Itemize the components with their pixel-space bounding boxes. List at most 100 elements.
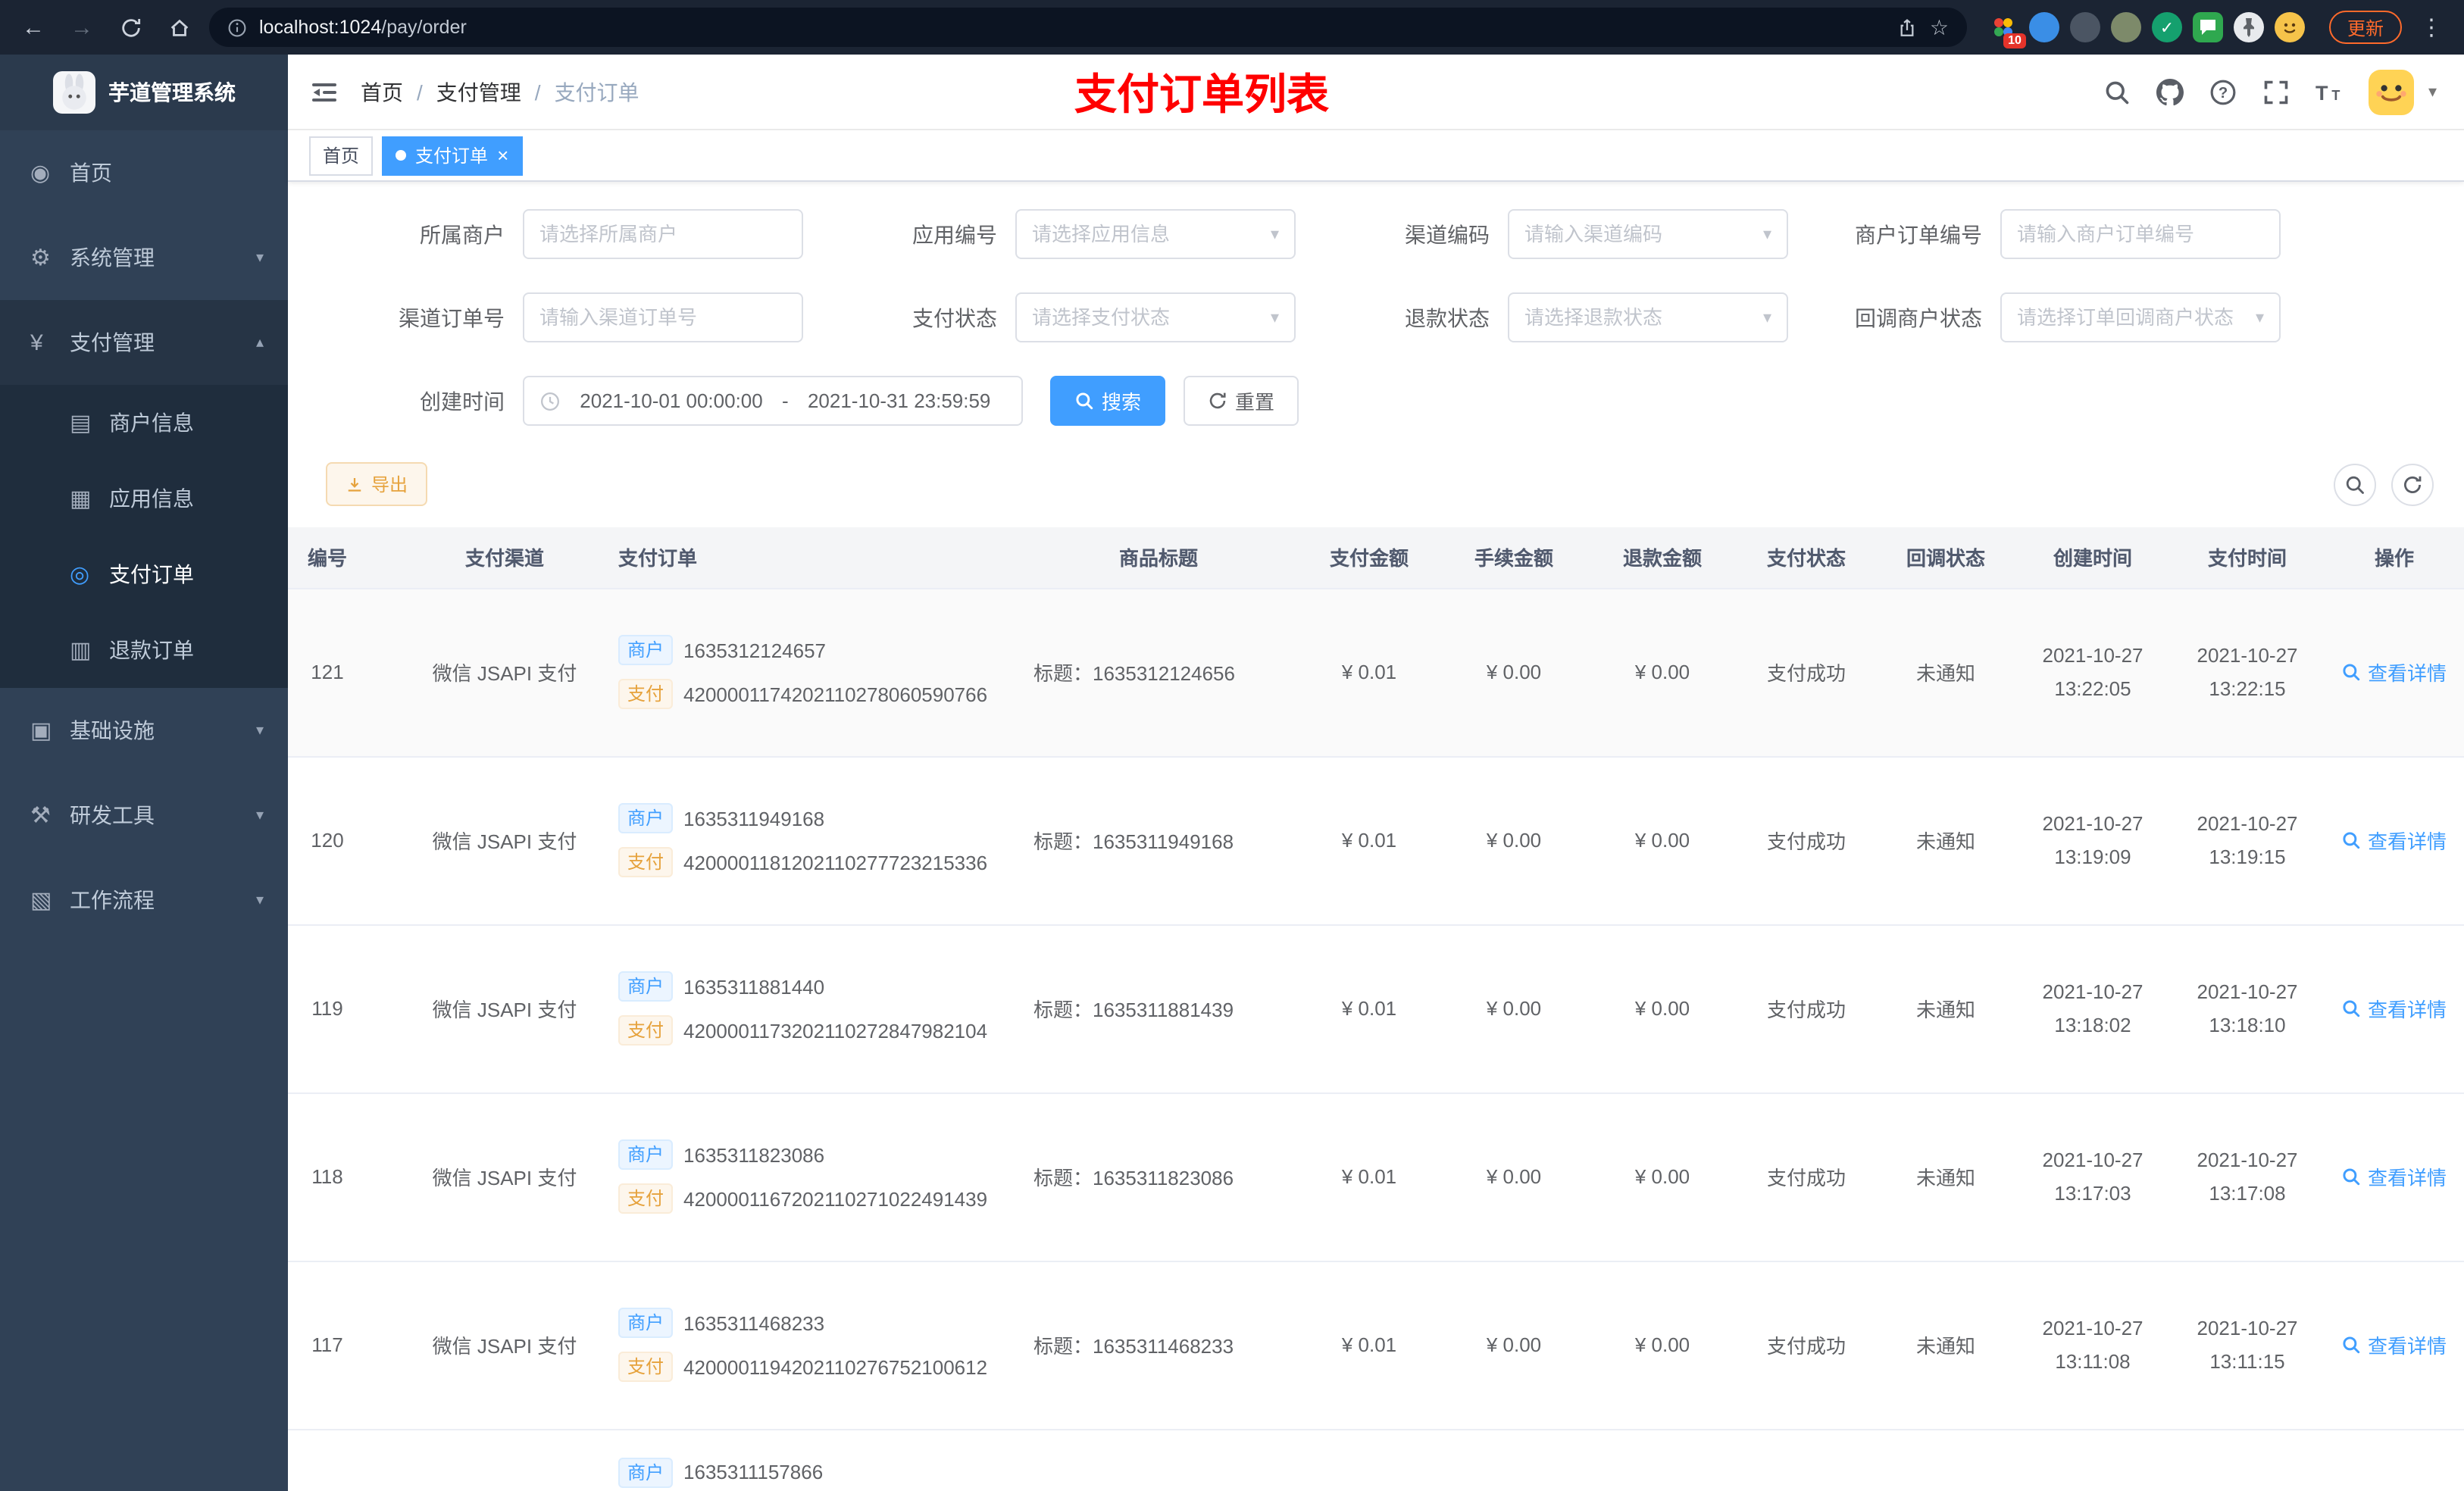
notify-status-select[interactable]: ▾ xyxy=(2000,292,2281,342)
profile-face-icon[interactable] xyxy=(2274,12,2305,42)
bookmark-star-icon[interactable]: ☆ xyxy=(1930,14,1949,40)
channel-code-select[interactable]: ▾ xyxy=(1508,209,1788,259)
sidebar-item-system[interactable]: ⚙ 系统管理 ▾ xyxy=(0,215,288,300)
svg-text:T: T xyxy=(2332,87,2340,102)
share-icon[interactable] xyxy=(1898,17,1918,37)
export-button[interactable]: 导出 xyxy=(326,462,428,506)
avatar-caret-icon[interactable]: ▾ xyxy=(2428,82,2437,102)
forward-button[interactable]: → xyxy=(64,9,100,45)
create-time: 2021-10-27 13:18:02 xyxy=(2015,924,2170,1093)
refresh-table-button[interactable] xyxy=(2391,463,2434,505)
sidebar-item-dev-tools[interactable]: ⚒ 研发工具 ▾ xyxy=(0,773,288,858)
col-create-time: 创建时间 xyxy=(2015,527,2170,589)
user-avatar[interactable] xyxy=(2369,69,2415,114)
create-time-range-picker[interactable]: - xyxy=(523,376,1023,426)
pay-channel: 微信 JSAPI 支付 xyxy=(406,1261,603,1430)
search-icon[interactable] xyxy=(2104,78,2131,105)
start-date-input[interactable] xyxy=(570,389,773,412)
browser-update-button[interactable]: 更新 xyxy=(2328,11,2402,44)
search-button[interactable]: 搜索 xyxy=(1050,376,1166,426)
sidebar-item-merchant-info[interactable]: ▤ 商户信息 xyxy=(0,385,288,461)
pay-order-cell: 商户 1635311823086 支付 4200001167202110271022… xyxy=(603,1092,1018,1261)
field-label: 渠道订单号 xyxy=(399,305,505,330)
breadcrumb-home[interactable]: 首页 xyxy=(361,77,403,107)
order-id: 117 xyxy=(288,1261,406,1430)
pay-tag: 支付 xyxy=(618,1352,674,1382)
merchant-tag: 商户 xyxy=(618,1308,674,1338)
view-detail-link[interactable]: 查看详情 xyxy=(2342,1162,2447,1191)
pay-status-select[interactable]: ▾ xyxy=(1015,292,1296,342)
table-row: 120 微信 JSAPI 支付 商户 1635311949168 支付 420000… xyxy=(288,756,2464,925)
notify-status-input[interactable] xyxy=(2017,306,2250,329)
address-bar[interactable]: localhost:1024/pay/order ☆ xyxy=(209,8,1967,47)
app-select[interactable]: ▾ xyxy=(1015,209,1296,259)
fullscreen-icon[interactable] xyxy=(2263,78,2290,105)
end-date-input[interactable] xyxy=(797,389,1001,412)
home-button[interactable] xyxy=(161,9,197,45)
merchant-order-no-field[interactable] xyxy=(2000,209,2281,259)
workflow-icon: ▧ xyxy=(30,888,52,914)
help-icon[interactable]: ? xyxy=(2210,78,2237,105)
search-icon xyxy=(2344,1168,2361,1186)
extension-gray-icon[interactable] xyxy=(2069,12,2100,42)
extension-chat-icon[interactable] xyxy=(2192,12,2223,42)
browser-menu-icon[interactable]: ⋮ xyxy=(2414,14,2449,41)
view-detail-link[interactable]: 查看详情 xyxy=(2342,826,2447,855)
channel-order-no-input[interactable] xyxy=(539,306,786,329)
sidebar-item-infra[interactable]: ▣ 基础设施 ▾ xyxy=(0,688,288,773)
col-title: 商品标题 xyxy=(1018,527,1299,589)
extensions-icon[interactable]: 10 xyxy=(1988,12,2026,48)
sidebar-item-pay-order[interactable]: ◎ 支付订单 xyxy=(0,536,288,612)
table-toolbar: 导出 xyxy=(288,462,2464,527)
sidebar-item-payment[interactable]: ¥ 支付管理 ▴ xyxy=(0,300,288,385)
view-detail-link[interactable]: 查看详情 xyxy=(2342,1330,2447,1359)
extension-check-icon[interactable]: ✓ xyxy=(2151,12,2182,42)
channel-order-no: 4200001194202110276752100612 xyxy=(683,1355,988,1378)
github-icon[interactable] xyxy=(2156,78,2184,105)
sidebar-item-app-info[interactable]: ▦ 应用信息 xyxy=(0,461,288,536)
merchant-select[interactable] xyxy=(523,209,803,259)
tab-home[interactable]: 首页 xyxy=(309,136,374,175)
sidebar-item-home[interactable]: ◉ 首页 xyxy=(0,130,288,215)
extension-drop-icon[interactable] xyxy=(2028,12,2059,42)
sidebar-fold-icon[interactable] xyxy=(309,77,339,107)
sidebar-item-workflow[interactable]: ▧ 工作流程 ▾ xyxy=(0,858,288,942)
channel-order-no: 4200001181202110277723215336 xyxy=(683,851,988,874)
pay-time: 2021-10-27 13:18:10 xyxy=(2170,924,2325,1093)
chevron-down-icon: ▾ xyxy=(255,807,264,824)
field-label: 商户订单编号 xyxy=(1855,222,1982,246)
refund-status-input[interactable] xyxy=(1524,306,1757,329)
sidebar: 芋道管理系统 ◉ 首页 ⚙ 系统管理 ▾ ¥ 支付管理 ▴ ▤ 商户信息 ▦ 应… xyxy=(0,55,288,1491)
toggle-search-button[interactable] xyxy=(2334,463,2376,505)
sidebar-item-label: 应用信息 xyxy=(109,486,194,511)
channel-code-input[interactable] xyxy=(1524,223,1757,245)
svg-text:T: T xyxy=(2316,81,2329,104)
app-select-input[interactable] xyxy=(1032,223,1265,245)
font-size-icon[interactable]: TT xyxy=(2316,78,2344,105)
order-id: 118 xyxy=(288,1092,406,1261)
tags-view: 首页 支付订单 × xyxy=(288,130,2464,182)
chevron-down-icon: ▾ xyxy=(255,892,264,908)
sidebar-item-label: 商户信息 xyxy=(109,411,194,435)
tab-pay-order[interactable]: 支付订单 × xyxy=(382,136,523,175)
extension-olive-icon[interactable] xyxy=(2110,12,2141,42)
reset-button[interactable]: 重置 xyxy=(1184,376,1299,426)
pay-status-input[interactable] xyxy=(1032,306,1265,329)
product-title: 标题：1635311881439 xyxy=(1018,924,1299,1093)
reload-button[interactable] xyxy=(112,9,149,45)
pin-icon[interactable] xyxy=(2233,12,2264,42)
merchant-select-input[interactable] xyxy=(539,223,786,245)
topbar-actions: ? TT ▾ xyxy=(2104,69,2437,114)
site-info-icon[interactable] xyxy=(227,17,247,37)
sidebar-item-refund-order[interactable]: ▥ 退款订单 xyxy=(0,612,288,688)
merchant-order-no-input[interactable] xyxy=(2017,223,2264,245)
view-detail-link[interactable]: 查看详情 xyxy=(2342,994,2447,1023)
breadcrumb-pay-manage[interactable]: 支付管理 xyxy=(436,77,521,107)
channel-order-no-field[interactable] xyxy=(523,292,803,342)
refresh-icon xyxy=(1209,392,1226,409)
create-time: 2021-10-27 13:19:09 xyxy=(2015,756,2170,925)
close-icon[interactable]: × xyxy=(497,145,508,165)
refund-status-select[interactable]: ▾ xyxy=(1508,292,1788,342)
back-button[interactable]: ← xyxy=(15,9,52,45)
view-detail-link[interactable]: 查看详情 xyxy=(2342,658,2447,686)
